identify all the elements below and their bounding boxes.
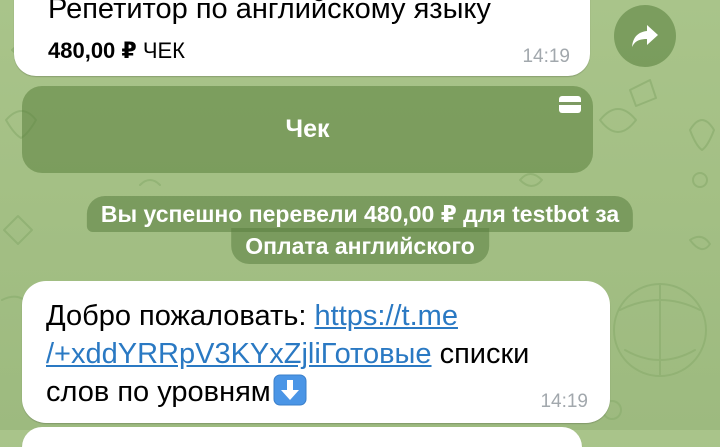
message-bubble-next[interactable] (22, 427, 582, 447)
message-bubble-welcome[interactable]: Добро пожаловать: https://t.me /+xddYRRpV… (22, 281, 610, 423)
message-timestamp: 14:19 (540, 391, 588, 412)
inline-button-label: Чек (285, 115, 330, 143)
service-message-line-2: Оплата английского (231, 228, 489, 264)
invoice-title: Репетитор по английскому языку (48, 0, 491, 25)
message-rest-2: слов по уровням (46, 376, 271, 408)
message-link-part-2: /+xddYRRpV3KYxZjliГотовые (46, 338, 432, 370)
message-prefix: Добро пожаловать: (46, 300, 315, 332)
message-text: Добро пожаловать: https://t.me /+xddYRRpV… (46, 297, 596, 411)
message-rest-1: списки (431, 338, 530, 370)
message-link-part-1: https://t.me (314, 300, 458, 332)
message-timestamp: 14:19 (522, 46, 570, 67)
invoice-amount: 480,00 ₽ (48, 38, 137, 63)
credit-card-icon (559, 96, 581, 113)
invoice-amount-row: 480,00 ₽ ЧЕК (48, 38, 185, 64)
message-bubble-invoice[interactable]: Репетитор по английскому языку 480,00 ₽ … (14, 0, 590, 76)
down-arrow-emoji-icon (273, 374, 307, 406)
inline-button-receipt[interactable]: Чек (22, 86, 593, 173)
service-message-line-1: Вы успешно перевели 480,00 ₽ для testbot… (86, 196, 634, 232)
share-forward-icon (632, 25, 658, 47)
service-message: Вы успешно перевели 480,00 ₽ для testbot… (44, 194, 676, 268)
share-button[interactable] (614, 5, 676, 67)
invoice-label: ЧЕК (142, 38, 185, 63)
